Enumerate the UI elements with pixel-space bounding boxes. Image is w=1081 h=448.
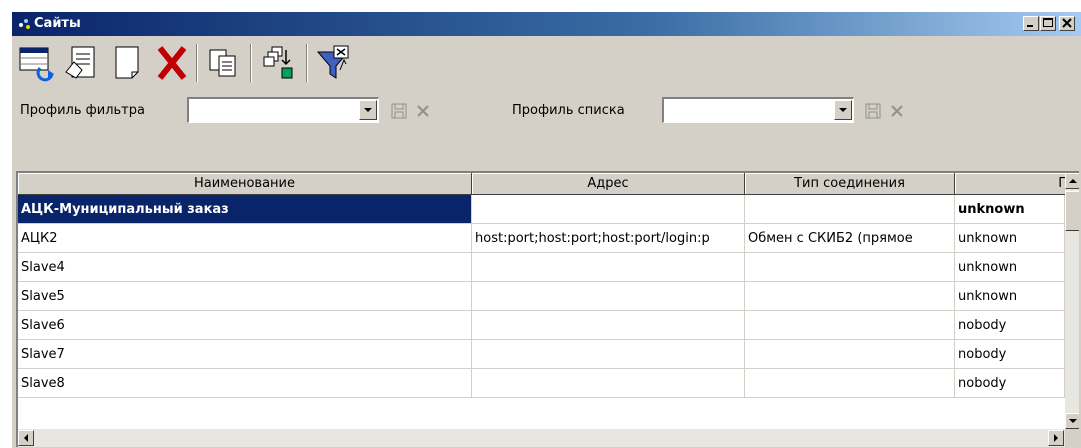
arrow-right-icon bbox=[1054, 434, 1058, 442]
scroll-up-button[interactable] bbox=[1065, 173, 1079, 189]
table-cell-conn[interactable] bbox=[745, 282, 955, 311]
vertical-scrollbar[interactable] bbox=[1065, 173, 1079, 447]
table-cell-address[interactable] bbox=[472, 282, 745, 311]
table-cell-conn[interactable] bbox=[745, 340, 955, 369]
table-cell-conn[interactable] bbox=[745, 369, 955, 398]
window-title: Сайты bbox=[34, 16, 81, 31]
table-cell-conn[interactable] bbox=[745, 311, 955, 340]
edit-document-icon bbox=[65, 46, 95, 79]
export-button[interactable] bbox=[258, 42, 302, 84]
chevron-down-icon bbox=[839, 108, 847, 112]
window-icon bbox=[19, 19, 30, 29]
copy-button[interactable] bbox=[202, 42, 246, 84]
table-cell-address[interactable] bbox=[472, 253, 745, 282]
list-profile-combo[interactable] bbox=[662, 97, 854, 123]
filter-profile-combo[interactable] bbox=[187, 97, 379, 123]
arrow-down-icon bbox=[1069, 419, 1077, 423]
sites-window: Сайты Профиль фильтра Профиль списка Наи… bbox=[12, 12, 1081, 448]
column-header-connection-type[interactable]: Тип соединения bbox=[745, 173, 955, 195]
close-window-button[interactable] bbox=[1059, 16, 1075, 31]
toolbar-separator bbox=[196, 44, 198, 82]
table-cell-name[interactable]: АЦК2 bbox=[18, 224, 472, 253]
clear-icon[interactable] bbox=[889, 103, 905, 119]
toolbar-separator bbox=[250, 44, 252, 82]
save-icon[interactable] bbox=[865, 103, 881, 119]
table-cell-conn[interactable] bbox=[745, 253, 955, 282]
toolbar bbox=[12, 36, 1081, 90]
column-header-name[interactable]: Наименование bbox=[18, 173, 472, 195]
clear-icon[interactable] bbox=[415, 103, 431, 119]
filter-icon bbox=[316, 45, 350, 79]
table-cell-name[interactable]: Slave8 bbox=[18, 369, 472, 398]
filter-profile-dropdown-button[interactable] bbox=[359, 100, 377, 120]
scrollbar-corner bbox=[1065, 429, 1079, 447]
title-bar[interactable]: Сайты bbox=[12, 12, 1081, 36]
table-cell-p[interactable]: nobody bbox=[955, 311, 1065, 340]
filter-bar: Профиль фильтра Профиль списка bbox=[12, 91, 1081, 179]
refresh-icon bbox=[19, 47, 54, 82]
arrow-left-icon bbox=[24, 434, 28, 442]
list-profile-dropdown-button[interactable] bbox=[834, 100, 852, 120]
table-cell-name[interactable]: Slave5 bbox=[18, 282, 472, 311]
minimize-button[interactable] bbox=[1023, 16, 1039, 31]
sites-table[interactable]: Наименование Адрес Тип соединения П АЦК-… bbox=[16, 171, 1079, 447]
table-cell-name[interactable]: Slave7 bbox=[18, 340, 472, 369]
scroll-thumb[interactable] bbox=[1065, 191, 1079, 231]
table-cell-conn[interactable]: Обмен с СКИБ2 (прямое bbox=[745, 224, 955, 253]
table-cell-p[interactable]: unknown bbox=[955, 224, 1065, 253]
scroll-down-button[interactable] bbox=[1065, 413, 1079, 429]
column-header-address[interactable]: Адрес bbox=[472, 173, 745, 195]
delete-icon bbox=[157, 46, 187, 80]
edit-button[interactable] bbox=[60, 42, 104, 84]
list-profile-label: Профиль списка bbox=[512, 103, 625, 118]
table-cell-address[interactable] bbox=[472, 340, 745, 369]
new-button[interactable] bbox=[104, 42, 148, 84]
save-icon[interactable] bbox=[391, 103, 407, 119]
delete-button[interactable] bbox=[150, 42, 194, 84]
table-cell-p[interactable]: nobody bbox=[955, 340, 1065, 369]
table-cell-address[interactable] bbox=[472, 195, 745, 224]
table-cell-p[interactable]: nobody bbox=[955, 369, 1065, 398]
table-cell-p[interactable]: unknown bbox=[955, 195, 1065, 224]
filter-profile-label: Профиль фильтра bbox=[20, 103, 145, 118]
export-icon bbox=[263, 46, 293, 79]
refresh-button[interactable] bbox=[16, 42, 60, 84]
table-cell-address[interactable]: host:port;host:port;host:port/login:p bbox=[472, 224, 745, 253]
arrow-up-icon bbox=[1069, 179, 1077, 183]
scroll-right-button[interactable] bbox=[1048, 430, 1064, 446]
table-cell-address[interactable] bbox=[472, 369, 745, 398]
filter-button[interactable] bbox=[312, 42, 356, 84]
table-cell-conn[interactable] bbox=[745, 195, 955, 224]
table-cell-address[interactable] bbox=[472, 311, 745, 340]
table-cell-name[interactable]: Slave4 bbox=[18, 253, 472, 282]
table-cell-p[interactable]: unknown bbox=[955, 282, 1065, 311]
copy-icon bbox=[209, 49, 236, 77]
chevron-down-icon bbox=[364, 108, 372, 112]
table-cell-name[interactable]: АЦК-Муниципальный заказ bbox=[18, 195, 472, 224]
column-header-p[interactable]: П bbox=[955, 173, 1075, 195]
horizontal-scrollbar[interactable] bbox=[18, 429, 1065, 447]
scroll-left-button[interactable] bbox=[18, 430, 34, 446]
table-cell-p[interactable]: unknown bbox=[955, 253, 1065, 282]
new-document-icon bbox=[115, 46, 139, 79]
maximize-button[interactable] bbox=[1040, 16, 1056, 31]
table-cell-name[interactable]: Slave6 bbox=[18, 311, 472, 340]
toolbar-separator bbox=[306, 44, 308, 82]
